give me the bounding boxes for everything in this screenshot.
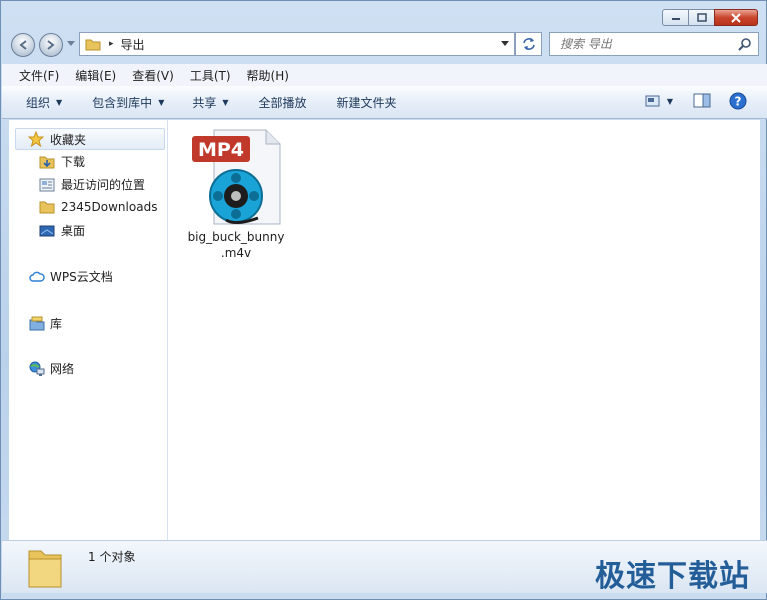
sidebar-item-favorites[interactable]: 收藏夹 — [15, 128, 165, 150]
star-icon — [28, 131, 44, 147]
address-row: ▸ 导出 — [1, 29, 766, 61]
folder-icon — [85, 39, 101, 51]
include-in-library-button[interactable]: 包含到库中 ▼ — [76, 94, 178, 111]
include-in-library-label: 包含到库中 — [92, 95, 153, 110]
refresh-button[interactable] — [515, 32, 542, 56]
folder-large-icon — [28, 550, 62, 588]
maximize-icon — [696, 13, 707, 22]
explorer-window: ▸ 导出 文件(F) 编辑(E) 查看(V) 工具(T) 帮助(H) 组织 ▼ 包… — [0, 0, 767, 600]
sidebar-item-desktop[interactable]: 桌面 — [39, 222, 85, 239]
refresh-icon — [522, 38, 535, 50]
sidebar-item-label: 桌面 — [61, 224, 86, 238]
recent-places-icon — [39, 178, 55, 191]
sidebar-item-label: 网络 — [50, 362, 75, 376]
arrow-left-icon — [19, 40, 27, 50]
file-name-extension: .m4v — [220, 246, 252, 260]
organize-chevron-down-icon: ▼ — [56, 97, 63, 107]
item-count: 1 个对象 — [88, 550, 136, 564]
recent-pages-chevron-down-icon[interactable] — [67, 41, 75, 47]
menu-help[interactable]: 帮助(H) — [239, 67, 297, 84]
menu-edit[interactable]: 编辑(E) — [67, 67, 124, 84]
sidebar-item-label: WPS云文档 — [50, 270, 113, 284]
close-button[interactable] — [714, 9, 758, 26]
file-name-line: big_buck_bunny — [187, 230, 285, 244]
file-item[interactable]: MP4 big_buck_bunny .m4v — [186, 126, 286, 261]
sidebar-item-label: 最近访问的位置 — [61, 178, 146, 192]
menu-tools[interactable]: 工具(T) — [182, 67, 239, 84]
caption-buttons — [662, 9, 758, 26]
sidebar-item-2345downloads[interactable]: 2345Downloads — [39, 199, 157, 215]
menu-file[interactable]: 文件(F) — [11, 67, 67, 84]
file-name: big_buck_bunny .m4v — [186, 229, 286, 261]
sidebar-item-library[interactable]: 库 — [29, 315, 62, 332]
minimize-button[interactable] — [662, 9, 688, 26]
breadcrumb-separator[interactable]: ▸ — [109, 39, 114, 49]
title-bar — [1, 1, 766, 29]
mp4-file-icon: MP4 — [192, 129, 281, 225]
desktop-icon — [39, 225, 55, 236]
address-chevron-down-icon[interactable] — [501, 41, 509, 47]
organize-label: 组织 — [26, 95, 51, 110]
back-button[interactable] — [11, 33, 35, 57]
address-bar[interactable]: ▸ 导出 — [79, 32, 515, 56]
search-input[interactable] — [558, 36, 732, 52]
preview-pane-icon[interactable] — [693, 93, 711, 109]
menu-view[interactable]: 查看(V) — [124, 67, 182, 84]
sidebar-item-recent-places[interactable]: 最近访问的位置 — [39, 176, 145, 193]
network-icon — [29, 361, 45, 376]
minimize-icon — [671, 17, 680, 20]
share-label: 共享 — [192, 95, 217, 110]
file-list-pane[interactable]: MP4 big_buck_bunny .m4v — [168, 120, 760, 540]
include-chevron-down-icon: ▼ — [158, 97, 165, 107]
share-chevron-down-icon: ▼ — [222, 97, 229, 107]
forward-button[interactable] — [39, 33, 63, 57]
menu-bar: 文件(F) 编辑(E) 查看(V) 工具(T) 帮助(H) — [2, 64, 767, 86]
sidebar-item-label: 下载 — [61, 155, 86, 169]
change-view-icon[interactable] — [645, 94, 661, 108]
new-folder-label: 新建文件夹 — [336, 95, 397, 110]
close-icon — [731, 12, 741, 23]
folder-icon — [39, 201, 55, 214]
sidebar-item-label: 库 — [50, 317, 63, 331]
navigation-pane: 收藏夹 下载 最近访问的位置 2345Downloads 桌面 WPS云文档 库 — [9, 120, 168, 540]
view-controls: ▼ ? — [645, 92, 747, 110]
sidebar-item-label: 2345Downloads — [61, 200, 158, 214]
help-icon[interactable]: ? — [729, 92, 747, 110]
share-button[interactable]: 共享 ▼ — [178, 94, 242, 111]
arrow-right-icon — [47, 40, 55, 50]
maximize-button[interactable] — [688, 9, 714, 26]
sidebar-item-wps-cloud[interactable]: WPS云文档 — [29, 268, 113, 285]
sidebar-item-network[interactable]: 网络 — [29, 360, 74, 377]
command-bar: 组织 ▼ 包含到库中 ▼ 共享 ▼ 全部播放 新建文件夹 ▼ ? — [2, 86, 767, 119]
downloads-folder-icon — [39, 156, 55, 168]
organize-button[interactable]: 组织 ▼ — [2, 94, 76, 111]
new-folder-button[interactable]: 新建文件夹 — [321, 94, 411, 111]
play-all-label: 全部播放 — [258, 95, 307, 110]
watermark-logo: 极速下载站 — [595, 559, 750, 594]
sidebar-item-downloads[interactable]: 下载 — [39, 153, 85, 170]
search-icon[interactable] — [738, 37, 752, 51]
play-all-button[interactable]: 全部播放 — [243, 94, 321, 111]
mp4-badge-text: MP4 — [198, 139, 244, 161]
cloud-icon — [29, 271, 45, 282]
svg-text:?: ? — [735, 95, 742, 109]
view-chevron-down-icon[interactable]: ▼ — [667, 97, 673, 106]
search-box[interactable] — [549, 32, 759, 56]
breadcrumb-current[interactable]: 导出 — [121, 36, 145, 53]
sidebar-item-label: 收藏夹 — [50, 132, 87, 147]
library-icon — [29, 316, 45, 330]
